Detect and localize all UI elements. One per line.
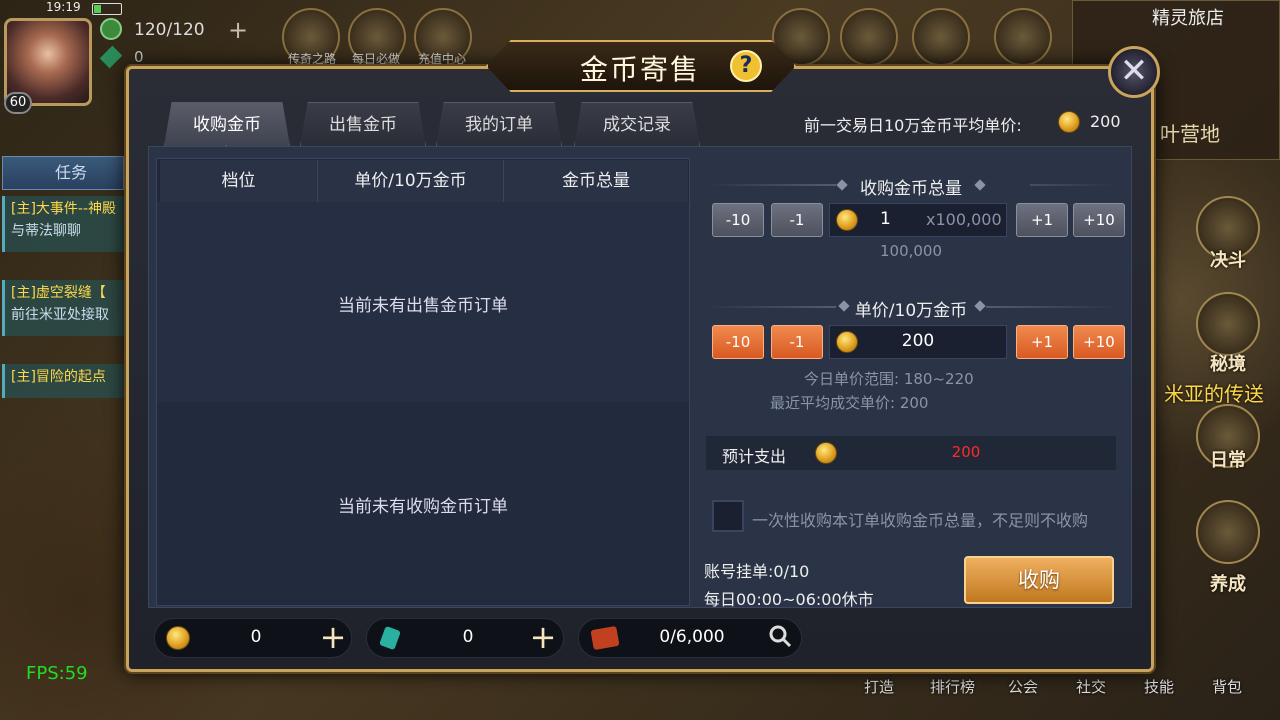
close-icon[interactable]: ✕ bbox=[1108, 46, 1160, 98]
empty-buy-orders: 当前未有收购金币订单 bbox=[338, 497, 508, 517]
training-icon[interactable] bbox=[1196, 500, 1260, 564]
clock: 19:19 bbox=[46, 0, 81, 14]
price-plus10-button[interactable]: +10 bbox=[1073, 325, 1125, 359]
secret-realm-icon[interactable] bbox=[1196, 292, 1260, 356]
gold-coin-icon bbox=[1058, 111, 1080, 133]
gem-count: 0 bbox=[134, 48, 144, 66]
nav-bag[interactable]: 背包 bbox=[1212, 676, 1242, 697]
price-minus10-button[interactable]: -10 bbox=[712, 325, 764, 359]
gold-coin-icon bbox=[836, 331, 858, 353]
game-screen: 19:19 60 120/120 + 0 传奇之路 每日必做 充值中心 任务 [… bbox=[0, 0, 1280, 720]
recent-avg-price: 最近平均成交单价: 200 bbox=[770, 394, 929, 412]
stamina-add-button[interactable]: + bbox=[228, 16, 248, 44]
shop-icon[interactable] bbox=[912, 8, 970, 66]
col-header-total: 金币总量 bbox=[504, 160, 688, 202]
quest-title: [主]冒险的起点 bbox=[11, 369, 106, 385]
quest-item[interactable]: [主]大事件--神殿 与蒂法聊聊 bbox=[2, 196, 126, 252]
quest-title: [主]虚空裂缝【 bbox=[11, 285, 106, 301]
one-time-checkbox[interactable] bbox=[712, 500, 744, 532]
total-minus1-button[interactable]: -1 bbox=[771, 203, 823, 237]
total-gold-amount: 100,000 bbox=[879, 242, 943, 260]
duel-label: 决斗 bbox=[1210, 250, 1246, 271]
tab-my-orders[interactable]: 我的订单 bbox=[436, 102, 562, 146]
price-plus1-button[interactable]: +1 bbox=[1016, 325, 1068, 359]
training-label: 养成 bbox=[1210, 574, 1246, 595]
diamond-amount: 0 bbox=[462, 627, 474, 647]
tab-sell-gold[interactable]: 出售金币 bbox=[300, 102, 426, 146]
total-section-title: 收购金币总量 bbox=[860, 179, 962, 199]
quest-item[interactable]: [主]虚空裂缝【 前往米亚处接取 bbox=[2, 280, 126, 336]
auction-icon[interactable] bbox=[840, 8, 898, 66]
gold-amount: 0 bbox=[250, 627, 262, 647]
location-title: 精灵旅店 bbox=[1152, 8, 1224, 29]
price-section-title: 单价/10万金币 bbox=[854, 301, 968, 321]
account-orders: 账号挂单:0/10 bbox=[704, 562, 810, 581]
total-quantity-value: 1 bbox=[880, 209, 891, 229]
nav-guild[interactable]: 公会 bbox=[1008, 676, 1038, 697]
gold-coin-icon bbox=[815, 442, 837, 464]
buy-button[interactable]: 收购 bbox=[964, 556, 1114, 604]
gem-icon bbox=[99, 45, 123, 69]
total-plus1-button[interactable]: +1 bbox=[1016, 203, 1068, 237]
market-rest-time: 每日00:00~06:00休市 bbox=[704, 590, 874, 609]
gold-coin-icon bbox=[166, 626, 190, 650]
quest-desc: 前往米亚处接取 bbox=[11, 307, 109, 323]
total-quantity-unit: x100,000 bbox=[926, 210, 1002, 229]
col-header-unit-price: 单价/10万金币 bbox=[318, 160, 504, 202]
top-icon-label: 充值中心 bbox=[417, 52, 466, 66]
fps-counter: FPS:59 bbox=[26, 663, 88, 684]
avg-price-label: 前一交易日10万金币平均单价: bbox=[804, 116, 1022, 135]
secret-realm-label: 秘境 bbox=[1210, 354, 1246, 375]
quest-title: [主]大事件--神殿 bbox=[11, 201, 117, 217]
stamina-value: 120/120 bbox=[134, 20, 205, 40]
quest-desc: 与蒂法聊聊 bbox=[11, 223, 81, 239]
help-icon[interactable]: ? bbox=[730, 50, 762, 82]
nav-ranking[interactable]: 排行榜 bbox=[930, 676, 975, 697]
quest-item[interactable]: [主]冒险的起点 bbox=[2, 364, 126, 398]
price-minus1-button[interactable]: -1 bbox=[771, 325, 823, 359]
nav-skills[interactable]: 技能 bbox=[1144, 676, 1174, 697]
stamina-icon bbox=[100, 18, 122, 40]
avg-price-value: 200 bbox=[1090, 112, 1121, 131]
daily-label: 日常 bbox=[1210, 450, 1246, 471]
search-icon[interactable] bbox=[768, 624, 794, 650]
side-note: 米亚的传送 bbox=[1164, 382, 1264, 406]
task-tab[interactable]: 任务 bbox=[2, 156, 124, 190]
col-header-tier: 档位 bbox=[160, 160, 318, 202]
dialog-title: 金币寄售 bbox=[579, 53, 700, 86]
total-plus10-button[interactable]: +10 bbox=[1073, 203, 1125, 237]
gold-coin-icon bbox=[836, 209, 858, 231]
add-diamond-button[interactable]: + bbox=[528, 620, 558, 654]
expense-value: 200 bbox=[951, 443, 981, 461]
empty-sell-orders: 当前未有出售金币订单 bbox=[338, 296, 508, 316]
price-range: 今日单价范围: 180~220 bbox=[804, 370, 974, 388]
welfare-icon[interactable] bbox=[994, 8, 1052, 66]
location-subtitle: 叶营地 bbox=[1160, 122, 1220, 146]
total-minus10-button[interactable]: -10 bbox=[712, 203, 764, 237]
one-time-label: 一次性收购本订单收购金币总量，不足则不收购 bbox=[752, 511, 1089, 530]
price-value: 200 bbox=[901, 331, 935, 351]
nav-social[interactable]: 社交 bbox=[1076, 676, 1106, 697]
ticket-amount: 0/6,000 bbox=[659, 627, 725, 647]
expense-label: 预计支出 bbox=[722, 447, 787, 466]
nav-craft[interactable]: 打造 bbox=[864, 676, 894, 697]
tab-trade-history[interactable]: 成交记录 bbox=[574, 102, 700, 146]
add-gold-button[interactable]: + bbox=[318, 620, 348, 654]
battery-icon bbox=[92, 3, 122, 15]
player-level: 60 bbox=[4, 92, 32, 114]
